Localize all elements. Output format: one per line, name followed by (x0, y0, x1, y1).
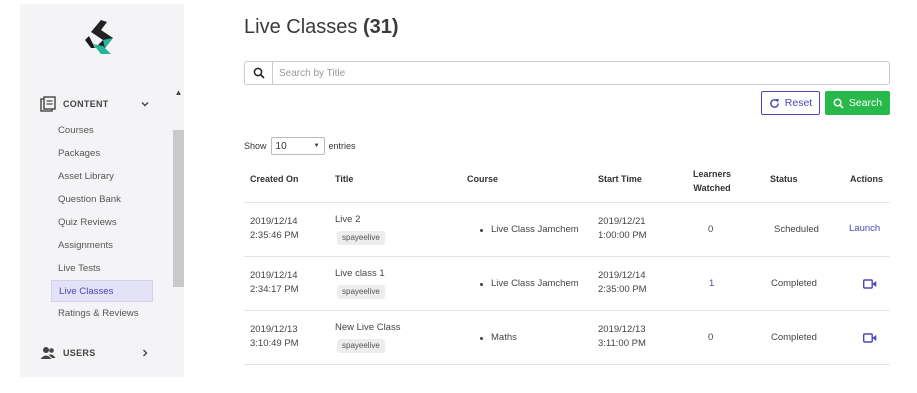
column-header-learners-line: Learners (692, 169, 732, 179)
sidebar-item-courses[interactable]: Courses (51, 120, 153, 142)
scroll-up-arrow-icon[interactable]: ▲ (173, 88, 184, 98)
sidebar-item-quiz-reviews[interactable]: Quiz Reviews (51, 212, 153, 234)
start-date: 2019/12/21 (598, 216, 646, 227)
sidebar-scrollbar[interactable]: ▲ (173, 84, 184, 377)
page-title: Live Classes (31) (244, 16, 399, 39)
column-header-watched-line: Watched (693, 183, 731, 193)
sidebar-item-live-tests[interactable]: Live Tests (51, 258, 153, 280)
created-date: 2019/12/14 (250, 216, 298, 227)
reset-button[interactable]: Reset (761, 91, 820, 115)
sidebar-section-label: USERS (63, 348, 96, 358)
course-name: Live Class Jamchem (491, 278, 579, 289)
sidebar-item-packages[interactable]: Packages (51, 143, 153, 165)
caret-down-icon: ▼ (313, 143, 320, 149)
start-time-cell: 2019/12/14 2:35:00 PM (598, 269, 647, 297)
sidebar-section-users[interactable]: USERS (40, 341, 150, 365)
status-text: Completed (771, 332, 817, 343)
class-title: Live class 1 (335, 268, 385, 279)
course-name: Maths (491, 332, 517, 343)
page-title-count: (31) (362, 16, 399, 38)
learners-count-link[interactable]: 1 (709, 277, 714, 291)
sidebar-section-label: CONTENT (63, 99, 109, 109)
column-header-course[interactable]: Course (467, 174, 498, 184)
sidebar-item-asset-library[interactable]: Asset Library (51, 166, 153, 188)
length-menu: Show 10 ▼ entries (244, 137, 356, 155)
page-title-text: Live Classes (244, 16, 358, 38)
created-on-cell: 2019/12/13 3:10:49 PM (250, 323, 299, 351)
start-time: 3:11:00 PM (598, 338, 646, 349)
brand-logo[interactable] (81, 18, 121, 58)
status-text: Completed (771, 278, 817, 289)
search-bar (244, 61, 890, 85)
class-title: Live 2 (335, 214, 361, 225)
table-divider (244, 202, 890, 203)
reset-button-label: Reset (784, 97, 813, 109)
start-time: 2:35:00 PM (598, 284, 647, 295)
sidebar-item-question-bank[interactable]: Question Bank (51, 189, 153, 211)
table-divider (244, 310, 890, 311)
content-icon (40, 96, 56, 112)
sidebar-item-ratings-reviews[interactable]: Ratings & Reviews (51, 303, 153, 325)
search-input[interactable] (273, 63, 889, 83)
search-button-label: Search (848, 97, 883, 109)
column-header-status[interactable]: Status (770, 174, 798, 184)
created-on-cell: 2019/12/14 2:34:17 PM (250, 269, 299, 297)
sidebar-item-live-classes[interactable]: Live Classes (51, 280, 153, 302)
table-divider (244, 256, 890, 257)
scrollbar-thumb[interactable] (173, 130, 184, 287)
column-header-created-on[interactable]: Created On (250, 174, 299, 184)
start-time-cell: 2019/12/21 1:00:00 PM (598, 215, 647, 243)
launch-link[interactable]: Launch (849, 222, 880, 236)
class-title: New Live Class (335, 322, 401, 333)
start-time: 1:00:00 PM (598, 230, 647, 241)
created-date: 2019/12/13 (250, 324, 298, 335)
start-time-cell: 2019/12/13 3:11:00 PM (598, 323, 646, 351)
created-on-cell: 2019/12/14 2:35:46 PM (250, 215, 299, 243)
sidebar-item-assignments[interactable]: Assignments (51, 235, 153, 257)
chevron-right-icon (143, 349, 148, 357)
start-date: 2019/12/13 (598, 324, 646, 335)
length-menu-entries-label: entries (328, 141, 356, 151)
search-button[interactable]: Search (825, 91, 890, 115)
entries-per-page-select[interactable]: 10 ▼ (270, 137, 325, 155)
column-header-title[interactable]: Title (335, 174, 353, 184)
sidebar-section-content[interactable]: CONTENT (40, 92, 150, 116)
column-header-start-time[interactable]: Start Time (598, 174, 642, 184)
table-divider (244, 364, 890, 365)
bullet-icon (480, 229, 483, 232)
tag-badge: spayeelive (337, 231, 385, 245)
learners-count: 0 (708, 332, 714, 343)
length-menu-show-label: Show (244, 141, 267, 151)
learners-count: 0 (708, 224, 714, 235)
sidebar: CONTENT Courses Packages Asset Library Q… (20, 4, 184, 377)
tag-badge: spayeelive (337, 339, 385, 353)
users-icon (40, 347, 56, 359)
chevron-down-icon (141, 102, 149, 107)
course-name: Live Class Jamchem (491, 224, 579, 235)
created-date: 2019/12/14 (250, 270, 298, 281)
refresh-icon (769, 98, 779, 108)
start-date: 2019/12/14 (598, 270, 646, 281)
status-text: Scheduled (774, 224, 819, 235)
created-time: 3:10:49 PM (250, 338, 299, 349)
bullet-icon (480, 337, 483, 340)
search-icon (245, 62, 273, 84)
column-header-actions: Actions (850, 174, 884, 184)
bullet-icon (480, 283, 483, 286)
entries-per-page-value: 10 (275, 140, 287, 152)
search-icon (833, 98, 844, 109)
video-camera-icon[interactable] (863, 279, 877, 289)
created-time: 2:35:46 PM (250, 230, 299, 241)
created-time: 2:34:17 PM (250, 284, 299, 295)
video-camera-icon[interactable] (863, 333, 877, 343)
column-header-learners-watched[interactable]: Learners Watched (692, 167, 732, 195)
tag-badge: spayeelive (337, 285, 385, 299)
